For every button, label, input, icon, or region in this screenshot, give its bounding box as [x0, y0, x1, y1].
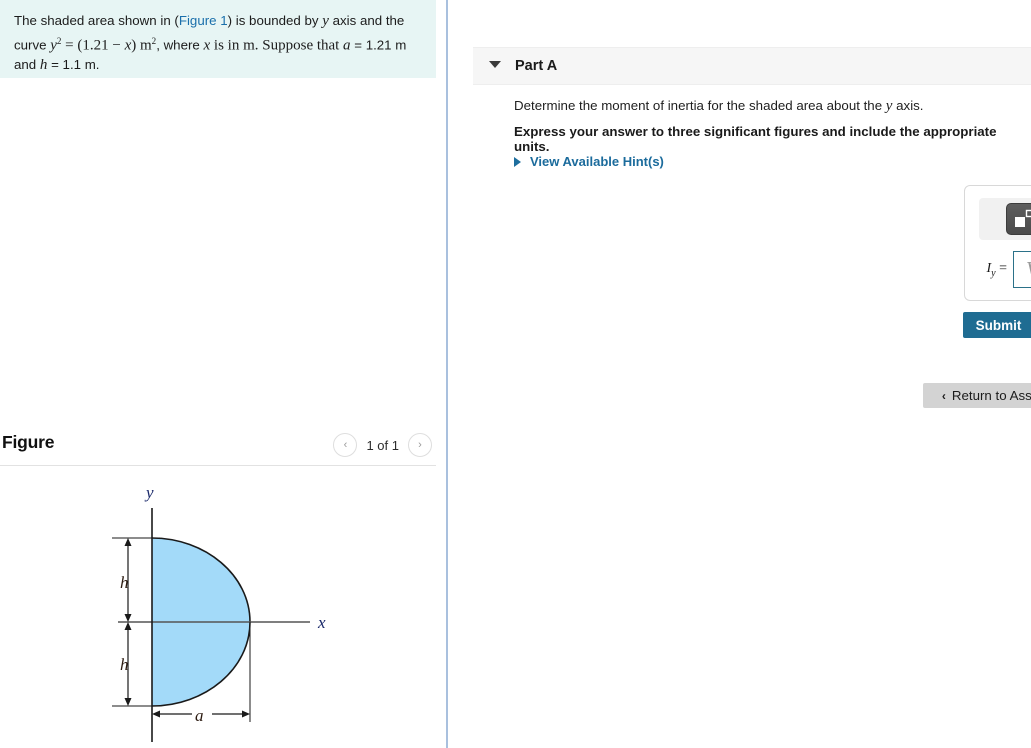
figure-panel: The shaded area shown in (Figure 1) is b…	[0, 0, 447, 748]
problem-text: The shaded area shown in (Figure 1) is b…	[14, 11, 422, 76]
y-axis-label: y	[144, 483, 154, 502]
problem-line1-a: The shaded area shown in (	[14, 13, 179, 28]
math-template-icon	[1015, 209, 1031, 227]
figure-divider	[0, 465, 436, 466]
math-template-button[interactable]	[1006, 203, 1031, 235]
question-text-b: axis.	[892, 98, 924, 113]
h-upper-arrow-bottom	[124, 614, 132, 622]
eq-close: ) m	[131, 36, 152, 53]
caret-down-icon[interactable]	[489, 61, 501, 68]
value-input[interactable]: Value	[1013, 251, 1031, 288]
eq-y: y	[50, 36, 57, 53]
problem-line1-c: axis and the	[328, 13, 405, 28]
a-arrow-right	[242, 710, 250, 718]
problem-line1-b: ) is bounded by	[227, 13, 323, 28]
caret-right-icon	[514, 156, 521, 167]
question-panel: Part A Determine the moment of inertia f…	[449, 0, 1031, 748]
problem-line3-d: = 1.1 m.	[47, 57, 100, 73]
answer-input-row: Iy = Value Units	[977, 251, 1031, 288]
figure-section-title: Figure	[2, 432, 55, 452]
h-lower-arrow-bottom	[124, 698, 132, 706]
problem-line2-a: curve	[14, 36, 51, 52]
return-to-assignment-button[interactable]: ‹ Return to Assignment	[923, 383, 1031, 408]
figure-pager: ‹ 1 of 1 ›	[333, 433, 432, 457]
figure-next-button[interactable]: ›	[408, 433, 432, 457]
part-a-title: Part A	[515, 58, 558, 74]
problem-var-y: y	[322, 13, 329, 29]
answer-instruction: Express your answer to three significant…	[514, 124, 997, 154]
answer-label-equals: =	[995, 260, 1007, 276]
h-upper-arrow-top	[124, 538, 132, 546]
return-to-assignment-label: Return to Assignment	[951, 388, 1031, 403]
problem-line2-c: is in m. Suppose that	[210, 36, 340, 53]
h-lower-arrow-top	[124, 622, 132, 630]
h-upper-label: h	[120, 573, 129, 592]
problem-statement: The shaded area shown in (Figure 1) is b…	[0, 0, 436, 78]
problem-line2-b: , where	[156, 36, 204, 52]
figure-prev-button[interactable]: ‹	[333, 433, 358, 457]
h-lower-label: h	[120, 655, 129, 674]
submit-button[interactable]: Submit	[963, 312, 1031, 338]
eq-middle: = (1.21 −	[61, 36, 125, 53]
a-label: a	[195, 706, 204, 725]
x-axis-label: x	[317, 613, 326, 632]
chevron-left-icon: ‹	[941, 388, 946, 403]
problem-param-a: a	[343, 36, 351, 53]
answer-label: Iy =	[977, 261, 1013, 279]
panel-divider	[446, 0, 448, 748]
view-hints-link[interactable]: View Available Hint(s)	[514, 154, 664, 169]
a-arrow-left	[152, 710, 160, 718]
question-text: Determine the moment of inertia for the …	[514, 98, 924, 115]
view-hints-label: View Available Hint(s)	[530, 154, 664, 169]
answer-toolbar: μÅ	[979, 198, 1031, 240]
figure-page-count: 1 of 1	[366, 437, 399, 453]
figure-1-link[interactable]: Figure 1	[179, 13, 228, 28]
figure-diagram: y x h h a	[112, 483, 326, 742]
question-text-a: Determine the moment of inertia for the …	[514, 98, 886, 113]
